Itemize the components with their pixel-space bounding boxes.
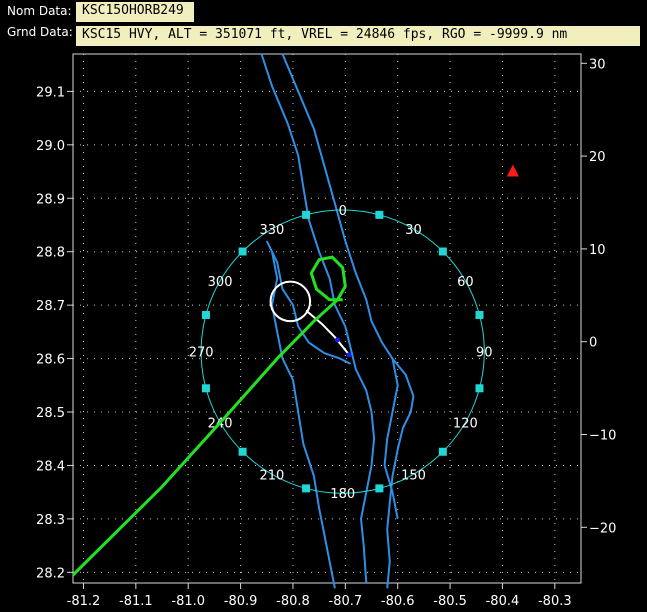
range-ring-label: 180 xyxy=(330,487,355,502)
y-tick-label: 28.4 xyxy=(36,459,65,474)
y-tick-label: 28.8 xyxy=(36,246,65,261)
coastline xyxy=(271,251,336,589)
x-tick-label: -81.0 xyxy=(171,594,205,609)
x-tick-label: -80.4 xyxy=(486,594,520,609)
y2-tick-label: −10 xyxy=(589,429,616,444)
y2-tick-label: 30 xyxy=(589,57,606,72)
x-tick-label: -80.8 xyxy=(276,594,310,609)
y-tick-label: 29.1 xyxy=(36,85,65,100)
range-ring-dot xyxy=(475,384,484,393)
red-triangle-marker xyxy=(506,164,519,177)
coastline xyxy=(281,53,415,589)
range-ring-label: 210 xyxy=(259,468,284,483)
range-ring-dot xyxy=(375,484,384,493)
range-ring-dot xyxy=(302,210,311,219)
x-tick-label: -81.1 xyxy=(119,594,153,609)
range-ring-label: 270 xyxy=(189,346,214,361)
y-tick-label: 28.3 xyxy=(36,513,65,528)
range-ring-label: 330 xyxy=(259,223,284,238)
range-ring-label: 90 xyxy=(476,346,493,361)
range-ring-label: 150 xyxy=(401,468,426,483)
y-tick-label: 28.6 xyxy=(36,353,65,368)
range-ring-dot xyxy=(238,247,247,256)
x-tick-label: -80.5 xyxy=(433,594,467,609)
range-ring-label: 60 xyxy=(457,275,474,290)
x-tick-label: -80.6 xyxy=(381,594,415,609)
y-tick-label: 28.5 xyxy=(36,406,65,421)
range-ring-label: 0 xyxy=(339,204,347,219)
y2-tick-label: 0 xyxy=(589,336,597,351)
y2-tick-label: 20 xyxy=(589,150,606,165)
range-ring-dot xyxy=(438,247,447,256)
range-ring-dot xyxy=(438,447,447,456)
x-tick-label: -80.3 xyxy=(538,594,572,609)
y2-tick-label: −20 xyxy=(589,521,616,536)
range-ring-dot xyxy=(475,310,484,319)
y-tick-label: 28.2 xyxy=(36,566,65,581)
blue-point-marker xyxy=(334,337,340,343)
y2-tick-label: 10 xyxy=(589,243,606,258)
range-ring-dot xyxy=(302,484,311,493)
range-ring-dot xyxy=(238,447,247,456)
range-ring-label: 120 xyxy=(453,416,478,431)
range-ring-label: 30 xyxy=(405,223,422,238)
x-tick-label: -80.9 xyxy=(224,594,258,609)
y-tick-label: 28.9 xyxy=(36,192,65,207)
range-ring-dot xyxy=(201,384,210,393)
range-ring-label: 300 xyxy=(208,275,233,290)
x-tick-label: -80.7 xyxy=(329,594,363,609)
blue-point-marker xyxy=(346,352,352,358)
ground-track-map: 0306090120150180210240270300330 -81.2 -81… xyxy=(36,53,616,609)
plot-frame xyxy=(72,53,582,584)
range-ring-dot xyxy=(375,210,384,219)
y-tick-label: 29.0 xyxy=(36,139,65,154)
y-tick-label: 28.7 xyxy=(36,299,65,314)
range-ring-dot xyxy=(201,310,210,319)
x-tick-label: -81.2 xyxy=(67,594,101,609)
